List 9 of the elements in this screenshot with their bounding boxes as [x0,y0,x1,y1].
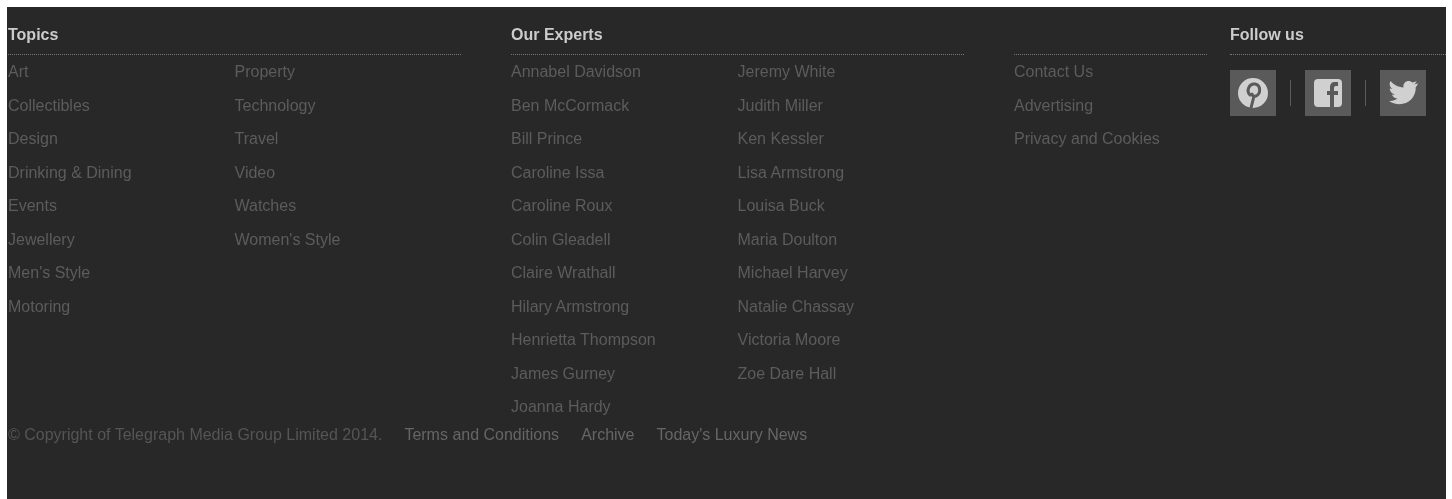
footer-link[interactable]: Terms and Conditions [404,423,560,447]
column-heading: Follow us [1230,25,1304,45]
pinterest-icon[interactable] [1230,70,1276,116]
footer-link[interactable]: Today's Luxury News [656,423,808,447]
facebook-icon[interactable] [1305,70,1351,116]
footer-link[interactable]: Archive [581,423,635,447]
column-heading: Our Experts [511,25,603,45]
bird-icon[interactable] [1380,70,1426,116]
column-heading: Topics [8,25,59,45]
